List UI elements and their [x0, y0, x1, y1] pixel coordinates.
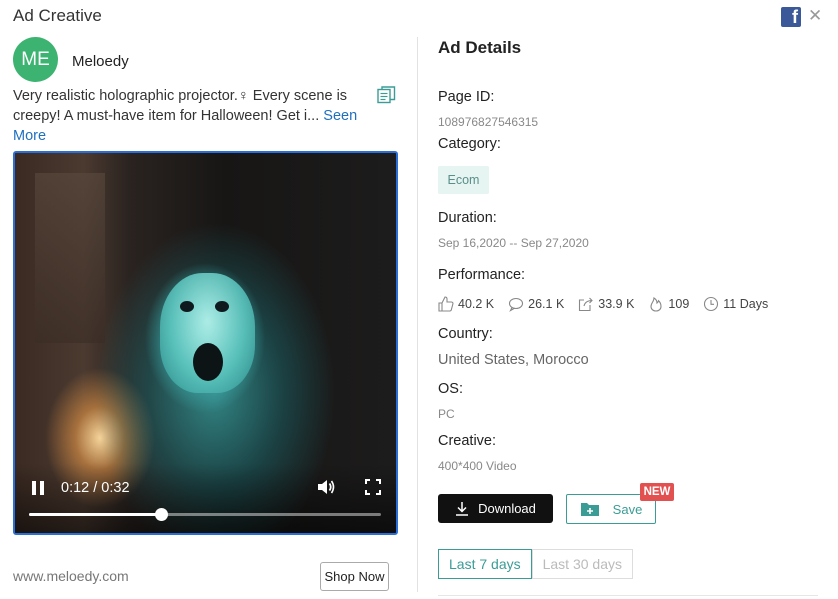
category-tag: Ecom — [438, 166, 489, 194]
download-icon — [456, 502, 469, 516]
likes-count: 40.2 K — [458, 297, 495, 311]
bottom-divider — [438, 595, 818, 596]
ad-body-text: Very realistic holographic projector.♀ E… — [13, 88, 348, 124]
popularity-count: 109 — [668, 297, 690, 311]
copy-icon[interactable] — [377, 86, 396, 104]
likes-stat: 40.2 K — [438, 296, 494, 312]
performance-label: Performance: — [438, 267, 526, 283]
advertiser-name: Meloedy — [72, 53, 129, 70]
category-label: Category: — [438, 136, 501, 152]
avatar: ME — [13, 37, 58, 82]
save-label: Save — [612, 501, 643, 517]
website-url[interactable]: www.meloedy.com — [13, 568, 129, 584]
os-label: OS: — [438, 381, 463, 397]
folder-add-icon — [580, 503, 599, 516]
video-player[interactable]: 0:12 / 0:32 — [13, 151, 398, 535]
date-range-tabs: Last 7 days Last 30 days — [438, 549, 633, 579]
video-progress-fill — [29, 513, 161, 516]
comment-icon — [509, 297, 524, 312]
creative-label: Creative: — [438, 433, 497, 449]
page-id-label: Page ID: — [438, 89, 495, 105]
download-button[interactable]: Download — [438, 494, 553, 523]
fire-icon — [650, 297, 662, 312]
ad-creative-title: Ad Creative — [13, 6, 102, 25]
clock-icon — [704, 296, 719, 312]
fullscreen-icon[interactable] — [365, 479, 381, 495]
country-label: Country: — [438, 326, 493, 342]
facebook-icon: f — [781, 7, 801, 27]
video-controls-shade — [15, 463, 396, 533]
ad-details-title: Ad Details — [438, 38, 522, 57]
new-badge: NEW — [640, 483, 674, 501]
shop-now-button[interactable]: Shop Now — [320, 562, 389, 591]
comments-count: 26.1 K — [528, 297, 565, 311]
popularity-stat: 109 — [648, 296, 689, 312]
country-value: United States, Morocco — [438, 352, 589, 368]
panel-divider — [417, 37, 418, 592]
ad-text: Very realistic holographic projector.♀ E… — [13, 86, 368, 146]
os-value: PC — [438, 407, 455, 421]
duration-value: Sep 16,2020 -- Sep 27,2020 — [438, 236, 589, 250]
video-ghost-eye — [215, 301, 229, 312]
duration-label: Duration: — [438, 210, 497, 226]
download-label: Download — [478, 501, 536, 516]
video-progress-thumb[interactable] — [155, 508, 168, 521]
close-icon[interactable]: ✕ — [808, 6, 822, 26]
video-progress-bar[interactable] — [29, 508, 381, 521]
range-tab-last-30-days[interactable]: Last 30 days — [531, 549, 633, 579]
share-icon — [579, 297, 594, 312]
shares-count: 33.9 K — [598, 297, 635, 311]
creative-value: 400*400 Video — [438, 459, 517, 473]
volume-icon[interactable] — [317, 479, 335, 495]
video-door — [35, 173, 105, 343]
shares-stat: 33.9 K — [578, 296, 634, 312]
days-stat: 11 Days — [703, 296, 768, 312]
days-count: 11 Days — [723, 297, 769, 311]
thumbs-up-icon — [438, 296, 454, 312]
performance-row: 40.2 K 26.1 K 33.9 K 109 11 Days — [438, 294, 782, 314]
pause-icon[interactable] — [31, 481, 45, 495]
video-ghost-eye — [180, 301, 194, 312]
page-id-value: 108976827546315 — [438, 115, 539, 129]
comments-stat: 26.1 K — [508, 296, 564, 312]
video-ghost-mouth — [193, 343, 223, 381]
range-tab-last-7-days[interactable]: Last 7 days — [438, 549, 532, 579]
video-time: 0:12 / 0:32 — [61, 480, 130, 496]
